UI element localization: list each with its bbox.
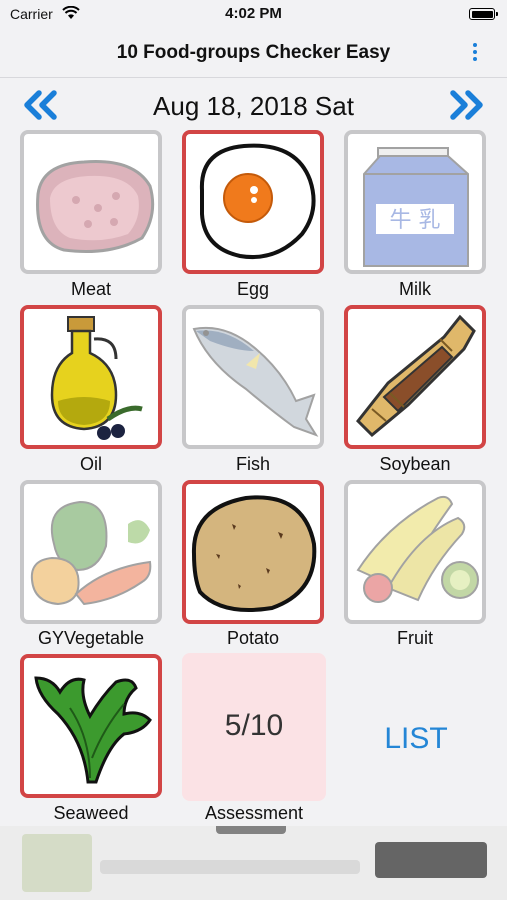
battery-icon — [469, 8, 498, 20]
list-button[interactable]: LIST — [346, 722, 486, 756]
status-bar: Carrier 4:02 PM — [0, 0, 507, 28]
meat-icon — [36, 160, 155, 253]
more-vertical-icon[interactable] — [471, 43, 479, 63]
egg-icon — [199, 143, 316, 259]
food-label-potato: Potato — [226, 628, 280, 648]
oil-bottle-icon — [50, 316, 143, 440]
food-label-egg: Egg — [236, 279, 270, 299]
milk-carton-text: 牛 乳 — [390, 208, 441, 233]
milk-carton-icon: 牛 乳 — [363, 147, 469, 267]
fruit-icon — [356, 495, 479, 603]
ad-action-button[interactable] — [375, 842, 487, 878]
assessment-label: Assessment — [204, 803, 304, 823]
food-label-fish: Fish — [235, 454, 270, 474]
food-label-fruit: Fruit — [397, 628, 433, 648]
vegetables-icon — [30, 500, 152, 606]
food-tile-soybean[interactable] — [344, 305, 486, 449]
food-label-seaweed: Seaweed — [53, 803, 129, 823]
navigation-bar: 10 Food-groups Checker Easy — [0, 28, 507, 78]
natto-icon — [355, 314, 476, 438]
status-time: 4:02 PM — [225, 5, 282, 22]
food-tile-oil[interactable] — [20, 305, 162, 449]
food-tile-egg[interactable] — [182, 130, 324, 274]
food-label-soybean: Soybean — [379, 454, 451, 474]
food-tile-potato[interactable] — [182, 480, 324, 624]
seaweed-icon — [34, 676, 152, 784]
food-tile-fish[interactable] — [182, 305, 324, 449]
ad-thumbnail — [22, 834, 92, 892]
food-label-gyvegetable: GYVegetable — [37, 628, 145, 648]
food-tile-milk[interactable]: 牛 乳 — [344, 130, 486, 274]
food-label-milk: Milk — [399, 279, 431, 299]
current-date: Aug 18, 2018 Sat — [153, 91, 354, 121]
date-navigator: Aug 18, 2018 Sat — [0, 82, 507, 126]
assessment-card: 5/10 — [182, 653, 326, 801]
fish-icon — [192, 326, 319, 437]
potato-icon — [191, 495, 317, 612]
app-title: 10 Food-groups Checker Easy — [116, 42, 391, 63]
food-tile-gyvegetable[interactable] — [20, 480, 162, 624]
assessment-score: 5/10 — [224, 709, 284, 742]
food-label-meat: Meat — [70, 279, 112, 299]
double-chevron-right-icon[interactable] — [447, 90, 485, 120]
ad-text-bar — [100, 860, 360, 874]
food-tile-seaweed[interactable] — [20, 654, 162, 798]
ad-banner[interactable] — [0, 826, 507, 900]
food-tile-fruit[interactable] — [344, 480, 486, 624]
food-label-oil: Oil — [80, 454, 102, 474]
food-tile-meat[interactable] — [20, 130, 162, 274]
